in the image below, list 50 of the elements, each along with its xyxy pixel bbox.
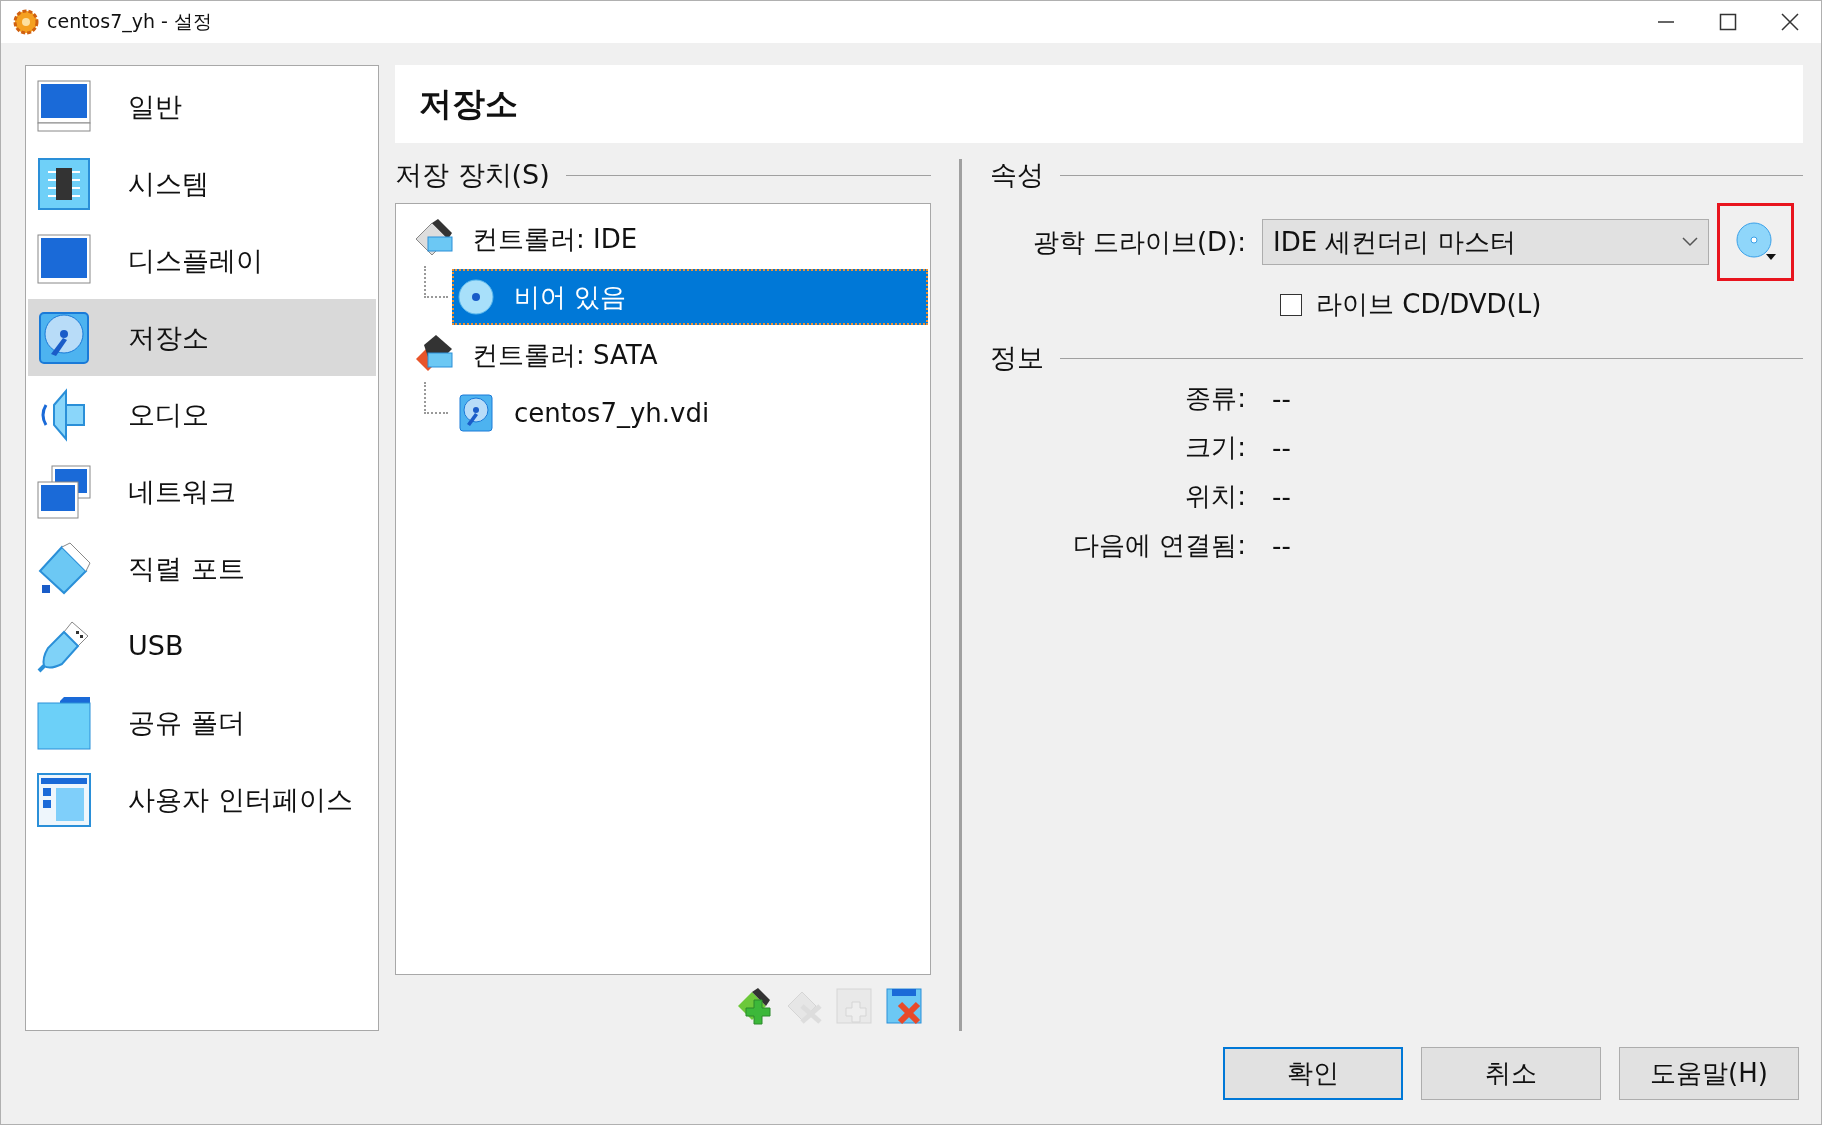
dialog-button[interactable]: 도움말(H) [1619, 1047, 1799, 1100]
info-label: 크기: [1184, 431, 1247, 464]
tree-item[interactable]: 컨트롤러: SATA [410, 327, 928, 383]
gear-icon [13, 9, 39, 35]
network-icon [36, 463, 92, 520]
info-label: 종류: [1184, 382, 1247, 415]
sidebar-item[interactable]: 시스템 [28, 145, 376, 222]
sidebar-item[interactable]: 일반 [28, 68, 376, 145]
tree-item[interactable]: centos7_yh.vdi [452, 385, 928, 441]
tree-item[interactable]: 컨트롤러: IDE [410, 211, 928, 267]
tree-connector-line [424, 382, 448, 414]
info-label: 위치: [1184, 480, 1247, 513]
serial-plug-icon [36, 540, 92, 597]
info-value: -- [1271, 530, 1291, 561]
info-value: -- [1271, 383, 1291, 414]
sidebar-item[interactable]: USB [28, 607, 376, 684]
dialog-button[interactable]: 취소 [1421, 1047, 1601, 1100]
remove-attachment-button[interactable] [883, 985, 925, 1027]
minimize-icon [1657, 21, 1675, 23]
info-value: -- [1271, 481, 1291, 512]
disc-icon [456, 277, 496, 317]
info-value: -- [1271, 432, 1291, 463]
dialog-button[interactable]: 확인 [1223, 1047, 1403, 1100]
folder-icon [36, 694, 92, 751]
checkbox[interactable] [1280, 293, 1302, 316]
checkbox-label: 라이브 CD/DVD(L) [1316, 288, 1542, 321]
sidebar-item[interactable]: 디스플레이 [28, 222, 376, 299]
window-title: centos7_yh - 설정 [47, 9, 213, 35]
group-title: 저장 장치(S) [395, 158, 550, 192]
group-title: 속성 [990, 158, 1044, 192]
field-label: 광학 드라이브(D): [1031, 225, 1247, 259]
tree-item[interactable]: 비어 있음 [452, 269, 928, 325]
window-layout-icon [36, 771, 92, 828]
sidebar-item[interactable]: 저장소 [28, 299, 376, 376]
chip-icon [36, 155, 92, 212]
close-icon [1781, 13, 1799, 31]
maximize-icon [1719, 13, 1737, 31]
page-title: 저장소 [419, 82, 518, 125]
monitor-icon [36, 78, 92, 135]
sidebar-item[interactable]: 네트워크 [28, 453, 376, 530]
sidebar-item[interactable]: 사용자 인터페이스 [28, 761, 376, 838]
drive-dropdown[interactable]: IDE 세컨더리 마스터 [1262, 219, 1709, 265]
sidebar-item[interactable]: 공유 폴더 [28, 684, 376, 761]
sidebar-item[interactable]: 오디오 [28, 376, 376, 453]
tree-connector-line [424, 266, 448, 298]
disc-menu-button[interactable] [1717, 203, 1794, 281]
sidebar-item[interactable]: 직렬 포트 [28, 530, 376, 607]
chevron-icon [1682, 237, 1698, 247]
group-title: 정보 [990, 341, 1044, 375]
info-label: 다음에 연결됨: [1071, 529, 1247, 562]
